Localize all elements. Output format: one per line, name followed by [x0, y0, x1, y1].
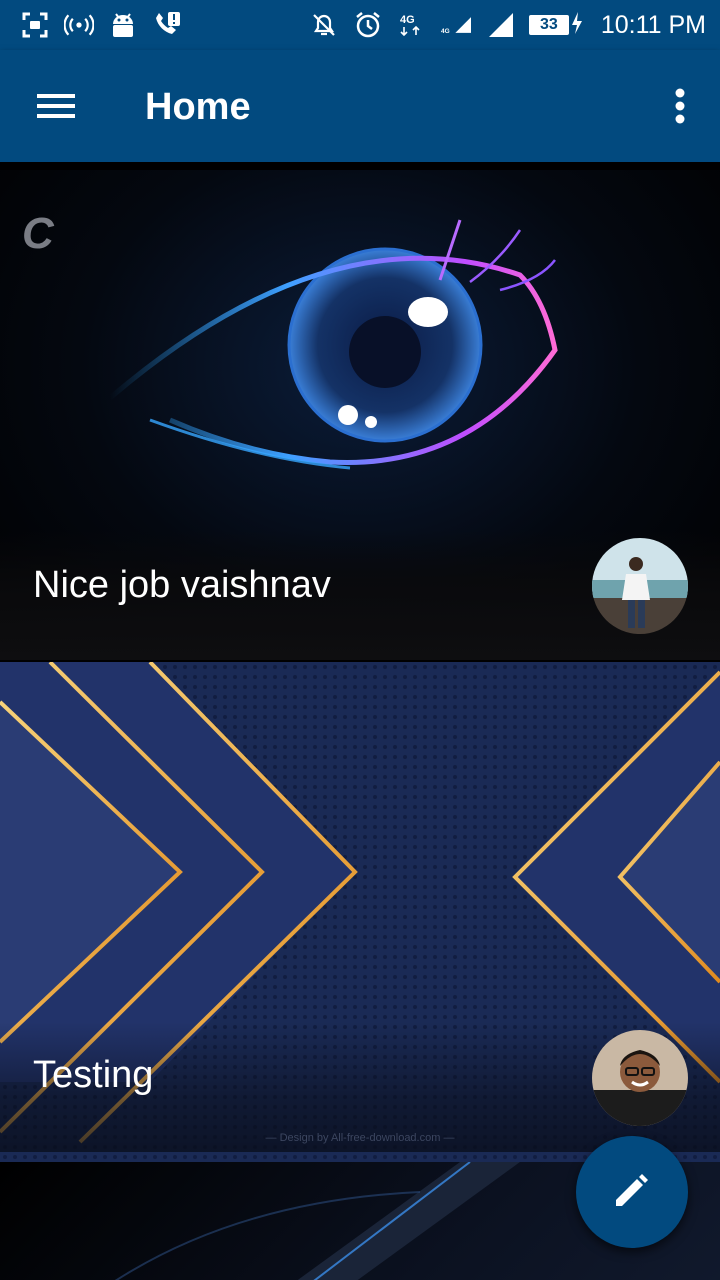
mute-icon	[309, 10, 339, 40]
battery-indicator: 33	[528, 11, 583, 40]
post-feed: C Nice job vaishnav Testing — Design by …	[0, 162, 720, 1280]
post-card[interactable]: C Nice job vaishnav	[0, 170, 720, 660]
svg-text:4G: 4G	[400, 14, 415, 26]
hotspot-icon	[64, 10, 94, 40]
svg-text:4G: 4G	[441, 28, 450, 35]
post-title: Testing	[33, 1054, 154, 1096]
svg-text:C: C	[22, 209, 55, 258]
compose-button[interactable]	[576, 1136, 688, 1248]
call-alert-icon	[152, 10, 182, 40]
user-avatar[interactable]	[592, 1030, 688, 1126]
signal-icon: 4G	[441, 10, 471, 40]
post-title: Nice job vaishnav	[33, 564, 331, 606]
page-title: Home	[145, 86, 251, 128]
network-4g-icon: 4G	[397, 10, 427, 40]
signal-icon	[485, 10, 515, 40]
status-bar: 4G 4G 33 10:11 PM	[0, 0, 720, 50]
status-time: 10:11 PM	[600, 10, 706, 39]
hamburger-menu-icon[interactable]	[28, 78, 84, 134]
more-vert-icon[interactable]	[660, 78, 700, 134]
user-avatar[interactable]	[592, 538, 688, 634]
post-card[interactable]: Testing — Design by All-free-download.co…	[0, 662, 720, 1162]
app-bar: Home	[0, 50, 720, 162]
android-icon	[108, 10, 138, 40]
charging-icon	[571, 11, 583, 40]
battery-icon: 33	[528, 15, 569, 35]
post-card-footer: Nice job vaishnav	[0, 530, 720, 660]
screenshot-icon	[20, 10, 50, 40]
alarm-icon	[353, 10, 383, 40]
edit-pencil-icon	[612, 1170, 652, 1215]
